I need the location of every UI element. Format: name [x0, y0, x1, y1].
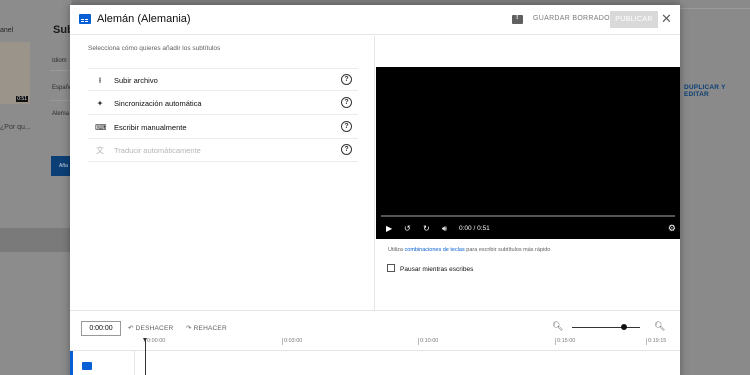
- background-row-german: Alema: [52, 111, 70, 117]
- help-icon[interactable]: ?: [341, 121, 352, 132]
- zoom-slider[interactable]: [572, 327, 640, 328]
- ruler-tick: 0:19:15: [645, 338, 667, 345]
- redo-button[interactable]: ↷ REHACER: [186, 324, 227, 332]
- dialog-header: Alemán (Alemania) GUARDAR BORRADOR PUBLI…: [70, 5, 680, 35]
- option-auto-sync[interactable]: ✦ Sincronización automática ?: [88, 92, 358, 115]
- pause-label: Pausar mientras escribes: [400, 266, 474, 273]
- pause-while-typing[interactable]: Pausar mientras escribes: [387, 264, 473, 273]
- option-upload-file[interactable]: ⭱ Subir archivo ?: [88, 68, 358, 91]
- rewind-icon[interactable]: ↺: [404, 224, 411, 234]
- video-progress-bar[interactable]: [381, 215, 675, 217]
- play-icon[interactable]: ▶: [386, 224, 392, 234]
- option-type-manually[interactable]: ⌨ Escribir manualmente ?: [88, 116, 358, 139]
- track-divider: [134, 351, 135, 375]
- add-method-panel: Selecciona cómo quieres añadir los subtí…: [70, 36, 375, 310]
- time-display: 0:00 / 0:51: [459, 225, 490, 232]
- upload-icon: ⭱: [98, 76, 102, 85]
- undo-button[interactable]: ↶ DESHACER: [128, 324, 173, 332]
- subtitle-track[interactable]: [70, 350, 680, 375]
- subtitle-editor-dialog: Alemán (Alemania) GUARDAR BORRADOR PUBLI…: [70, 5, 680, 375]
- subtitles-icon: [79, 14, 91, 24]
- publish-button[interactable]: PUBLICAR: [610, 11, 658, 28]
- background-label: anel: [0, 27, 14, 34]
- ruler-tick: 0:10:00: [417, 338, 439, 345]
- ruler-tick: 0:00:00: [144, 338, 166, 345]
- help-icon[interactable]: ?: [341, 144, 352, 155]
- option-label: Sincronización automática: [114, 99, 202, 108]
- pause-checkbox[interactable]: [387, 264, 395, 272]
- background-left-panel: anel 0:51 ¿Por qu...: [0, 0, 72, 375]
- sparkle-icon: ✦: [96, 99, 104, 108]
- thumbnail-duration: 0:51: [16, 96, 28, 102]
- option-auto-translate: 文 Traducir automáticamente ?: [88, 139, 358, 162]
- dialog-title: Alemán (Alemania): [97, 13, 191, 25]
- help-icon[interactable]: ?: [341, 74, 352, 85]
- gear-icon[interactable]: ⚙: [668, 223, 676, 234]
- shortcut-link[interactable]: combinaciones de teclas: [405, 247, 465, 253]
- option-label: Escribir manualmente: [114, 123, 187, 132]
- background-right-panel: DUPLICAR Y EDITAR: [680, 0, 750, 375]
- volume-icon[interactable]: 🔊︎: [442, 224, 447, 234]
- feedback-icon[interactable]: [512, 14, 523, 24]
- video-preview-panel: ▶ ↺ ↻ 🔊︎ 0:00 / 0:51 ⚙ Utiliza combinaci…: [376, 36, 680, 310]
- timeline-playhead[interactable]: [143, 338, 147, 375]
- translate-icon: 文: [96, 146, 104, 155]
- video-player[interactable]: ▶ ↺ ↻ 🔊︎ 0:00 / 0:51 ⚙: [376, 67, 680, 239]
- subtitles-icon: [82, 362, 92, 370]
- zoom-out-icon[interactable]: 🔍︎: [552, 321, 563, 332]
- zoom-slider-handle[interactable]: [621, 324, 627, 330]
- option-label: Subir archivo: [114, 76, 158, 85]
- save-draft-button[interactable]: GUARDAR BORRADOR: [533, 15, 615, 22]
- option-label: Traducir automáticamente: [114, 146, 201, 155]
- help-icon[interactable]: ?: [341, 97, 352, 108]
- background-divider: [680, 8, 750, 9]
- ruler-tick: 0:03:00: [281, 338, 303, 345]
- track-selection-bar: [70, 351, 73, 375]
- keyboard-icon: ⌨: [95, 123, 107, 132]
- timecode-field[interactable]: 0:00:00: [81, 321, 121, 336]
- background-video-thumbnail: 0:51: [0, 42, 30, 104]
- add-method-prompt: Selecciona cómo quieres añadir los subtí…: [88, 45, 221, 52]
- timeline-ruler: 0:00:00 0:03:00 0:10:00 0:15:00 0:19:15: [70, 336, 680, 350]
- shortcut-hint: Utiliza combinaciones de teclas para esc…: [388, 247, 551, 253]
- forward-icon[interactable]: ↻: [423, 224, 430, 234]
- background-highlight: [0, 228, 72, 252]
- ruler-tick: 0:15:00: [554, 338, 576, 345]
- background-row-language: Idiom: [52, 58, 67, 64]
- duplicate-edit-link: DUPLICAR Y EDITAR: [684, 84, 726, 98]
- undo-icon: ↶: [128, 325, 136, 332]
- zoom-in-icon[interactable]: 🔍︎: [654, 321, 665, 332]
- close-icon[interactable]: ✕: [661, 11, 672, 27]
- background-note: ¿Por qu...: [0, 124, 31, 131]
- redo-icon: ↷: [186, 325, 194, 332]
